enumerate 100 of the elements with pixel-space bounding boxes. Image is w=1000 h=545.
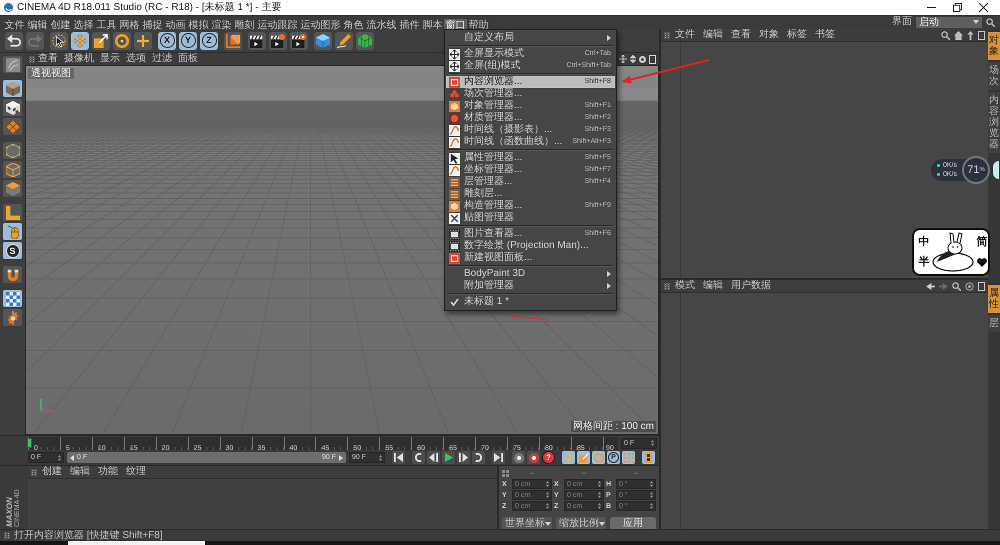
viewport-menu-item[interactable]: 显示 — [97, 53, 123, 65]
menu-item[interactable]: 自定义布局 — [446, 32, 615, 44]
menu-item[interactable]: 贴图管理器 — [446, 212, 615, 224]
menu-item[interactable]: 文件 — [3, 19, 26, 33]
render-view-button[interactable] — [248, 32, 266, 50]
panel-menu-item[interactable]: 模式 — [672, 280, 698, 292]
palette-button[interactable] — [3, 56, 22, 73]
menu-item[interactable]: 渲染 — [210, 19, 233, 33]
previous-key-button[interactable] — [412, 451, 425, 464]
menu-item[interactable]: 脚本 — [421, 19, 444, 33]
panel-menu-item[interactable]: 书签 — [812, 29, 838, 41]
add-tool-button[interactable] — [134, 32, 152, 50]
menu-item[interactable]: 插件 — [398, 19, 421, 33]
viewport-menu-item[interactable]: 面板 — [175, 53, 201, 65]
palette-button[interactable]: S — [3, 242, 22, 259]
menu-item[interactable]: 附加管理器 — [446, 280, 615, 292]
side-tab[interactable]: 内容浏览器 — [988, 92, 1000, 153]
record-off-icon — [514, 452, 524, 462]
panel-menu-item[interactable]: 编辑 — [67, 466, 93, 478]
menu-item[interactable]: 流水线 — [365, 19, 398, 33]
menu-item[interactable]: 捕捉 — [141, 19, 164, 33]
menu-item[interactable]: BodyPaint 3D — [446, 268, 615, 280]
axis-lock-button[interactable]: X — [158, 32, 176, 50]
palette-button[interactable] — [3, 142, 22, 159]
panel-menu-item[interactable]: 用户数据 — [728, 280, 774, 292]
palette-button[interactable] — [3, 80, 22, 97]
menu-item[interactable]: 模拟 — [187, 19, 210, 33]
menu-item[interactable]: 雕刻 — [233, 19, 256, 33]
palette-button[interactable] — [3, 290, 22, 307]
rotate-tool-button[interactable] — [113, 32, 131, 50]
palette-button[interactable] — [3, 180, 22, 197]
menu-item[interactable]: 动画 — [164, 19, 187, 33]
panel-menu-item[interactable]: 纹理 — [123, 466, 149, 478]
menu-item[interactable]: 未标题 1 * — [446, 296, 615, 308]
undo-button[interactable] — [5, 32, 23, 50]
render-button[interactable] — [269, 32, 287, 50]
panel-menu-item[interactable]: 创建 — [39, 466, 65, 478]
menu-item[interactable]: 运动跟踪 — [256, 19, 299, 33]
palette-button[interactable] — [3, 161, 22, 178]
panel-menu-item[interactable]: 文件 — [672, 29, 698, 41]
next-frame-button[interactable] — [457, 451, 470, 464]
palette-button[interactable] — [3, 266, 22, 283]
menu-item[interactable]: 运动图形 — [299, 19, 342, 33]
select-tool-button[interactable] — [50, 32, 68, 50]
viewport-menu-item[interactable]: 选项 — [123, 53, 149, 65]
axis-lock-button[interactable]: Y — [179, 32, 197, 50]
menu-item[interactable]: 网格 — [118, 19, 141, 33]
grip-icon — [4, 532, 10, 539]
timeline-toggle-button[interactable] — [642, 451, 655, 464]
move-tool-button[interactable] — [71, 32, 89, 50]
menu-item[interactable]: 工具 — [95, 19, 118, 33]
palette-button[interactable] — [3, 204, 22, 221]
ime-language-label[interactable]: 中 — [918, 236, 930, 248]
ime-width-label[interactable]: 半 — [918, 256, 930, 268]
side-tab[interactable]: 层 — [988, 315, 1000, 332]
palette-button[interactable] — [3, 223, 22, 240]
viewport-menu-item[interactable]: 摄像机 — [61, 53, 97, 65]
go-to-start-button[interactable] — [392, 451, 405, 464]
ime-script-label[interactable]: 简 — [976, 236, 988, 248]
panel-menu-item[interactable]: 对象 — [756, 29, 782, 41]
cube-button[interactable] — [314, 32, 332, 50]
menu-item[interactable]: 数字绘景 (Projection Man)... — [446, 240, 615, 252]
record-help-button[interactable]: ? — [542, 451, 555, 464]
palette-button[interactable] — [3, 99, 22, 116]
side-tab[interactable]: 对象 — [988, 32, 1000, 60]
menu-item[interactable]: 角色 — [342, 19, 365, 33]
move-arrows-icon — [564, 452, 574, 462]
playhead[interactable] — [27, 438, 32, 448]
key-filter-button[interactable] — [577, 451, 590, 464]
menu-item[interactable]: 创建 — [49, 19, 72, 33]
axis-lock-button[interactable]: Z — [200, 32, 218, 50]
panel-menu-item[interactable]: 查看 — [728, 29, 754, 41]
record-key-button[interactable] — [527, 451, 540, 464]
side-tab[interactable]: 场次 — [988, 62, 1000, 90]
render-settings-button[interactable] — [290, 32, 308, 50]
menu-item[interactable]: 编辑 — [26, 19, 49, 33]
scale-tool-button[interactable] — [92, 32, 110, 50]
side-tab[interactable]: 属性 — [988, 285, 1000, 313]
palette-button[interactable] — [3, 309, 22, 326]
subdivision-button[interactable] — [356, 32, 374, 50]
panel-menu-item[interactable]: 标签 — [784, 29, 810, 41]
caret-icon — [599, 522, 605, 526]
menu-item[interactable]: 场次管理器... — [446, 88, 615, 100]
coordinate-system-button[interactable] — [224, 32, 242, 50]
pen-button[interactable] — [335, 32, 353, 50]
previous-frame-button[interactable] — [427, 451, 440, 464]
panel-menu-item[interactable]: 编辑 — [700, 29, 726, 41]
viewport-menu-item[interactable]: 查看 — [35, 53, 61, 65]
next-key-button[interactable] — [472, 451, 485, 464]
panel-menu-item[interactable]: 功能 — [95, 466, 121, 478]
viewport-menu-item[interactable]: 过滤 — [149, 53, 175, 65]
play-button[interactable] — [442, 451, 455, 464]
menu-item[interactable]: 帮助 — [467, 19, 490, 33]
layout-dropdown[interactable]: 启动 — [916, 16, 982, 28]
menu-item[interactable]: 雕刻层... — [446, 188, 615, 200]
panel-menu-item[interactable]: 编辑 — [700, 280, 726, 292]
skip-start-icon — [394, 453, 403, 462]
menu-item[interactable]: 选择 — [72, 19, 95, 33]
menu-item[interactable]: 新建视图面板... — [446, 252, 615, 264]
go-to-end-button[interactable] — [492, 451, 505, 464]
